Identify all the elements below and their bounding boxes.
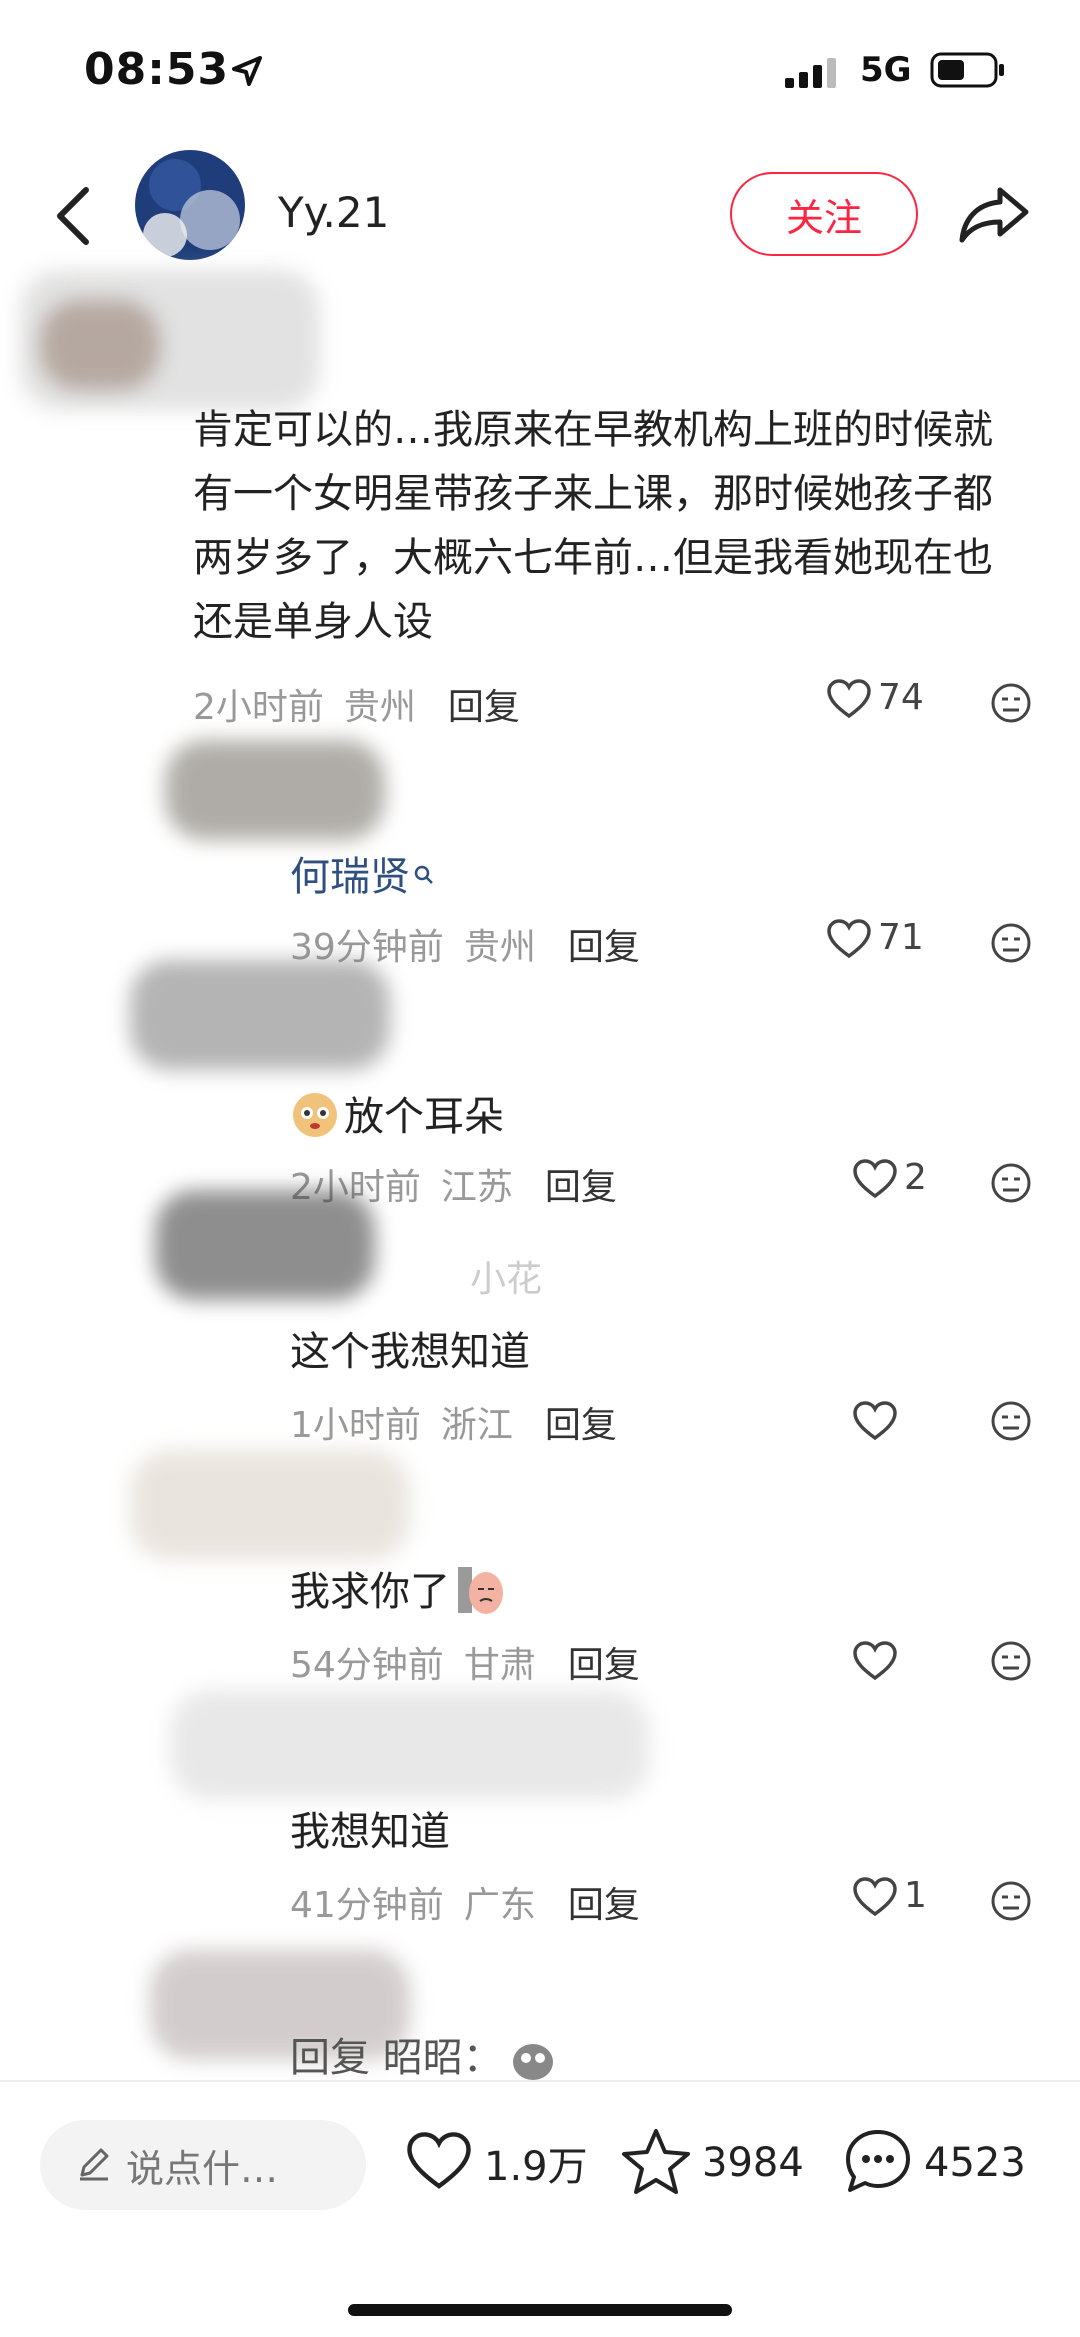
like-button[interactable] (852, 1640, 898, 1686)
comment-location: 江苏 (440, 1167, 513, 1208)
comment-body: 放个耳朵 (344, 1094, 504, 1140)
heart-icon (852, 1876, 898, 1922)
battery-icon (930, 52, 1006, 92)
star-icon (620, 2126, 692, 2200)
home-indicator[interactable] (348, 2304, 732, 2316)
like-button[interactable] (852, 1400, 898, 1446)
like-count: 74 (878, 676, 924, 718)
comment-time: 41分钟前 (290, 1885, 444, 1926)
like-button[interactable]: 71 (826, 916, 924, 964)
avatar[interactable] (135, 150, 245, 260)
heart-icon (404, 2130, 474, 2196)
reply-button[interactable]: 回复 (448, 678, 520, 730)
favorite-count: 3984 (702, 2140, 804, 2186)
obscured-region (40, 300, 160, 390)
comment-meta: 2小时前 贵州 回复 (193, 678, 520, 730)
emoji-sticker (509, 2036, 557, 2080)
reply-button[interactable]: 回复 (568, 1876, 640, 1928)
comment-body: 我求你了 (290, 1569, 450, 1615)
favorite-button[interactable]: 3984 (620, 2126, 804, 2200)
heart-icon (852, 1401, 898, 1446)
dislike-icon[interactable] (990, 922, 1032, 968)
like-button[interactable]: 2 (852, 1156, 927, 1204)
obscured-region (170, 1690, 650, 1800)
comment-author[interactable]: 小花 (470, 1250, 542, 1302)
comment-text: 何瑞贤 (290, 845, 434, 909)
like-count: 1 (904, 1874, 927, 1916)
comment-time: 2小时前 (193, 687, 324, 728)
post-like-button[interactable]: 1.9万 (404, 2130, 588, 2196)
share-icon[interactable] (958, 184, 1030, 248)
signal-icon (785, 58, 845, 92)
dislike-icon[interactable] (990, 1162, 1032, 1208)
post-like-count: 1.9万 (484, 2144, 588, 2190)
like-button[interactable]: 1 (852, 1874, 927, 1922)
obscured-region (130, 1450, 410, 1560)
comment-location: 甘肃 (463, 1645, 536, 1686)
heart-icon (826, 918, 872, 964)
back-icon[interactable] (50, 184, 94, 252)
comment-text: 肯定可以的…我原来在早教机构上班的时候就有一个女明星带孩子来上课，那时候她孩子都… (193, 407, 993, 645)
comment-location: 贵州 (463, 927, 536, 968)
like-count: 71 (878, 916, 924, 958)
comment-location: 浙江 (440, 1405, 513, 1446)
reply-button[interactable]: 回复 (568, 918, 640, 970)
comment-meta: 54分钟前 甘肃 回复 (290, 1636, 640, 1688)
comment-time: 1小时前 (290, 1405, 421, 1446)
emoji-sticker (456, 1563, 506, 1621)
search-icon (414, 865, 434, 889)
author-name[interactable]: Yy.21 (278, 188, 389, 237)
obscured-region (165, 740, 385, 840)
comment-text: 我求你了 (290, 1560, 506, 1624)
comment-body: 我想知道 (290, 1809, 450, 1855)
obscured-region (130, 960, 390, 1070)
mention-link[interactable]: 何瑞贤 (290, 845, 410, 909)
comment-text: 回复 昭昭： (290, 2036, 557, 2080)
pencil-icon (74, 2143, 114, 2187)
dislike-icon[interactable] (990, 1640, 1032, 1686)
status-time: 08:53 (84, 44, 230, 95)
reply-button[interactable]: 回复 (545, 1396, 617, 1448)
comment-input[interactable]: 说点什… (40, 2120, 366, 2210)
dislike-icon[interactable] (990, 1880, 1032, 1926)
dislike-icon[interactable] (990, 682, 1032, 728)
heart-icon (852, 1641, 898, 1686)
comment-input-placeholder: 说点什… (126, 2146, 279, 2191)
comment-count: 4523 (924, 2140, 1026, 2186)
like-count: 2 (904, 1156, 927, 1198)
like-button[interactable]: 74 (826, 676, 924, 724)
emoji-sticker (290, 1090, 340, 1144)
comment-time: 54分钟前 (290, 1645, 444, 1686)
comment-meta: 41分钟前 广东 回复 (290, 1876, 640, 1928)
comment-meta: 1小时前 浙江 回复 (290, 1396, 617, 1448)
comment-body: 回复 昭昭： (290, 2036, 503, 2080)
comment-text: 放个耳朵 (290, 1085, 504, 1149)
heart-icon (826, 678, 872, 724)
network-type: 5G (860, 50, 912, 90)
divider (0, 2080, 1080, 2082)
follow-button[interactable]: 关注 (730, 172, 918, 256)
heart-icon (852, 1158, 898, 1204)
chat-bubble-icon (842, 2126, 914, 2200)
comment-location: 广东 (463, 1885, 536, 1926)
comments-button[interactable]: 4523 (842, 2126, 1026, 2200)
obscured-region (155, 1190, 375, 1300)
reply-button[interactable]: 回复 (568, 1636, 640, 1688)
comment-body: 这个我想知道 (290, 1329, 530, 1375)
reply-button[interactable]: 回复 (545, 1158, 617, 1210)
comment-location: 贵州 (343, 687, 416, 728)
location-arrow-icon (230, 54, 264, 92)
dislike-icon[interactable] (990, 1400, 1032, 1446)
